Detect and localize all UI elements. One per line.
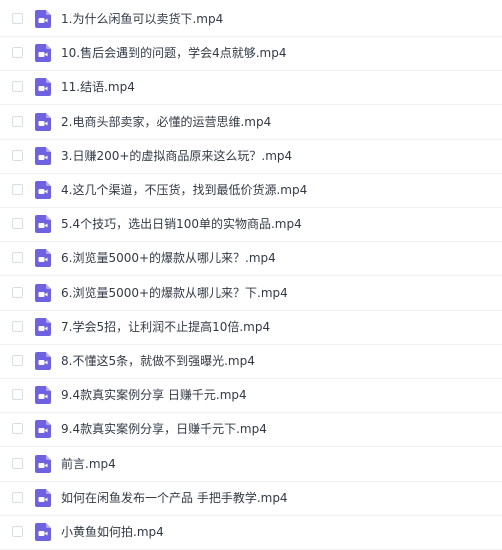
file-name[interactable]: 9.4款真实案例分享，日赚千元下.mp4 [61, 421, 267, 437]
file-row[interactable]: 6.浏览量5000+的爆款从哪儿来？.mp4 [0, 242, 502, 277]
select-checkbox[interactable] [12, 115, 23, 127]
select-checkbox[interactable] [12, 252, 23, 264]
select-checkbox[interactable] [12, 355, 23, 366]
select-checkbox[interactable] [12, 218, 23, 230]
video-file-icon [35, 386, 51, 405]
file-name[interactable]: 前言.mp4 [61, 456, 116, 472]
file-row[interactable]: 4.这几个渠道，不压货，找到最低价货源.mp4 [0, 174, 502, 208]
select-checkbox[interactable] [12, 526, 23, 537]
video-file-icon [35, 44, 51, 63]
select-checkbox[interactable] [12, 13, 23, 24]
file-name[interactable]: 8.不懂这5条，就做不到强曝光.mp4 [61, 353, 255, 369]
file-name[interactable]: 1.为什么闲鱼可以卖货下.mp4 [61, 11, 223, 27]
file-name[interactable]: 4.这几个渠道，不压货，找到最低价货源.mp4 [61, 182, 307, 198]
video-file-icon [35, 488, 51, 507]
file-row[interactable]: 7.学会5招，让利润不止提高10倍.mp4 [0, 311, 502, 345]
select-checkbox[interactable] [12, 81, 23, 93]
video-file-icon [35, 523, 51, 541]
file-name[interactable]: 9.4款真实案例分享 日赚千元.mp4 [61, 387, 247, 403]
select-checkbox[interactable] [12, 320, 23, 332]
video-file-icon [35, 112, 51, 131]
video-file-icon [35, 78, 51, 97]
file-name[interactable]: 6.浏览量5000+的爆款从哪儿来？.mp4 [61, 250, 276, 266]
video-file-icon [35, 352, 51, 370]
select-checkbox[interactable] [12, 389, 23, 401]
video-file-icon [35, 420, 51, 439]
video-file-icon [35, 283, 51, 302]
file-row[interactable]: 9.4款真实案例分享 日赚千元.mp4 [0, 379, 502, 414]
file-row[interactable]: 6.浏览量5000+的爆款从哪儿来？下.mp4 [0, 277, 502, 311]
select-checkbox[interactable] [12, 457, 23, 469]
file-row[interactable]: 3.日赚200+的虚拟商品原来这么玩？.mp4 [0, 140, 502, 174]
file-row[interactable]: 如何在闲鱼发布一个产品 手把手教学.mp4 [0, 482, 502, 516]
video-file-icon [35, 215, 51, 234]
file-name[interactable]: 7.学会5招，让利润不止提高10倍.mp4 [61, 319, 270, 335]
file-row[interactable]: 2.电商头部卖家，必懂的运营思维.mp4 [0, 106, 502, 140]
file-row[interactable]: 5.4个技巧，选出日销100单的实物商品.mp4 [0, 208, 502, 243]
file-name[interactable]: 6.浏览量5000+的爆款从哪儿来？下.mp4 [61, 285, 288, 301]
file-name[interactable]: 3.日赚200+的虚拟商品原来这么玩？.mp4 [61, 148, 292, 164]
select-checkbox[interactable] [12, 184, 23, 195]
video-file-icon [35, 317, 51, 336]
video-file-icon [35, 454, 51, 473]
file-name[interactable]: 2.电商头部卖家，必懂的运营思维.mp4 [61, 114, 271, 130]
file-row[interactable]: 前言.mp4 [0, 448, 502, 482]
select-checkbox[interactable] [12, 423, 23, 435]
file-list: 1.为什么闲鱼可以卖货下.mp4 10.售后会遇到的问题，学会4点就够.mp4 11… [0, 0, 502, 550]
select-checkbox[interactable] [12, 47, 23, 59]
file-row[interactable]: 8.不懂这5条，就做不到强曝光.mp4 [0, 345, 502, 379]
file-row[interactable]: 10.售后会遇到的问题，学会4点就够.mp4 [0, 37, 502, 72]
video-file-icon [35, 249, 51, 268]
file-name[interactable]: 小黄鱼如何拍.mp4 [61, 524, 164, 540]
file-name[interactable]: 5.4个技巧，选出日销100单的实物商品.mp4 [61, 216, 302, 232]
file-name[interactable]: 如何在闲鱼发布一个产品 手把手教学.mp4 [61, 490, 288, 506]
video-file-icon [35, 10, 51, 28]
select-checkbox[interactable] [12, 286, 23, 298]
select-checkbox[interactable] [12, 491, 23, 503]
video-file-icon [35, 181, 51, 199]
file-row[interactable]: 1.为什么闲鱼可以卖货下.mp4 [0, 3, 502, 37]
select-checkbox[interactable] [12, 149, 23, 161]
file-row[interactable]: 9.4款真实案例分享，日赚千元下.mp4 [0, 413, 502, 448]
file-row[interactable]: 小黄鱼如何拍.mp4 [0, 516, 502, 550]
file-name[interactable]: 10.售后会遇到的问题，学会4点就够.mp4 [61, 45, 286, 61]
file-name[interactable]: 11.结语.mp4 [61, 79, 135, 95]
video-file-icon [35, 146, 51, 165]
file-row[interactable]: 11.结语.mp4 [0, 71, 502, 106]
